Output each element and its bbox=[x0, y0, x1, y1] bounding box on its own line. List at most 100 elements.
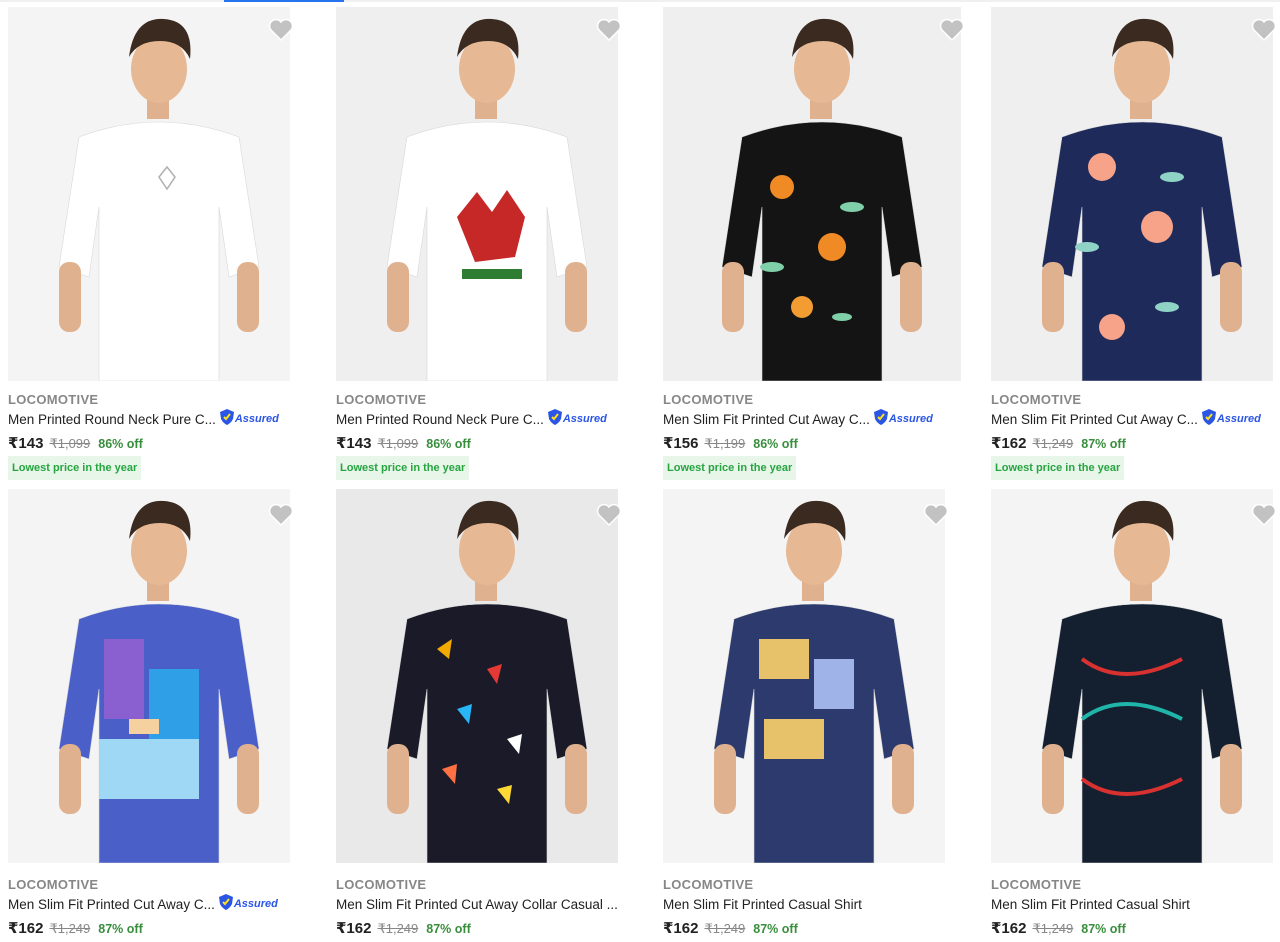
product-title-row[interactable]: Men Slim Fit Printed Casual Shirt bbox=[991, 895, 1190, 913]
discount-percent: 87% off bbox=[1081, 437, 1126, 451]
selling-price: ₹143 bbox=[336, 435, 372, 452]
product-image-graphic bbox=[336, 7, 618, 381]
product-image-graphic bbox=[336, 489, 618, 863]
price-row: ₹162 ₹1,249 87% off bbox=[336, 919, 471, 937]
product-image-graphic bbox=[8, 7, 290, 381]
price-row: ₹162 ₹1,249 87% off bbox=[8, 919, 143, 937]
product-title-row[interactable]: Men Printed Round Neck Pure C... Assured bbox=[8, 408, 279, 430]
selling-price: ₹162 bbox=[663, 920, 699, 937]
product-brand: LOCOMOTIVE bbox=[663, 392, 754, 407]
assured-shield-icon bbox=[1201, 408, 1216, 430]
product-title[interactable]: Men Printed Round Neck Pure C... bbox=[8, 412, 216, 427]
selling-price: ₹162 bbox=[991, 435, 1027, 452]
product-image[interactable] bbox=[336, 489, 618, 863]
wishlist-heart-icon[interactable] bbox=[596, 18, 622, 42]
assured-badge: Assured bbox=[218, 893, 278, 915]
price-row: ₹143 ₹1,099 86% off bbox=[336, 434, 471, 452]
product-image[interactable] bbox=[663, 489, 945, 863]
product-image[interactable] bbox=[991, 489, 1273, 863]
product-brand: LOCOMOTIVE bbox=[8, 877, 99, 892]
original-price: ₹1,099 bbox=[377, 436, 419, 451]
product-title-row[interactable]: Men Slim Fit Printed Cut Away C... Assur… bbox=[991, 408, 1261, 430]
original-price: ₹1,249 bbox=[377, 921, 419, 936]
assured-shield-icon bbox=[873, 408, 888, 430]
assured-badge: Assured bbox=[547, 408, 607, 430]
assured-label: Assured bbox=[1216, 413, 1261, 425]
assured-badge: Assured bbox=[219, 408, 279, 430]
assured-shield-icon bbox=[218, 893, 233, 915]
product-title-row[interactable]: Men Printed Round Neck Pure C... Assured bbox=[336, 408, 607, 430]
original-price: ₹1,249 bbox=[1032, 921, 1074, 936]
product-brand: LOCOMOTIVE bbox=[991, 392, 1082, 407]
assured-badge: Assured bbox=[1201, 408, 1261, 430]
selling-price: ₹143 bbox=[8, 435, 44, 452]
assured-shield-icon bbox=[219, 408, 234, 430]
product-title-row[interactable]: Men Slim Fit Printed Cut Away Collar Cas… bbox=[336, 895, 618, 913]
product-title[interactable]: Men Slim Fit Printed Casual Shirt bbox=[991, 897, 1190, 912]
product-brand: LOCOMOTIVE bbox=[8, 392, 99, 407]
product-image[interactable] bbox=[991, 7, 1273, 381]
assured-label: Assured bbox=[562, 413, 607, 425]
discount-percent: 87% off bbox=[426, 922, 471, 936]
selling-price: ₹162 bbox=[8, 920, 44, 937]
assured-label: Assured bbox=[233, 898, 278, 910]
product-title[interactable]: Men Printed Round Neck Pure C... bbox=[336, 412, 544, 427]
lowest-price-badge: Lowest price in the year bbox=[8, 456, 142, 480]
price-row: ₹162 ₹1,249 87% off bbox=[991, 919, 1126, 937]
product-title-row[interactable]: Men Slim Fit Printed Cut Away C... Assur… bbox=[8, 893, 278, 915]
product-image[interactable] bbox=[663, 7, 961, 381]
product-title[interactable]: Men Slim Fit Printed Cut Away C... bbox=[663, 412, 870, 427]
product-image-graphic bbox=[991, 489, 1273, 863]
product-image-graphic bbox=[663, 7, 961, 381]
original-price: ₹1,249 bbox=[1032, 436, 1074, 451]
product-brand: LOCOMOTIVE bbox=[336, 392, 427, 407]
product-brand: LOCOMOTIVE bbox=[336, 877, 427, 892]
price-row: ₹143 ₹1,099 86% off bbox=[8, 434, 143, 452]
assured-badge: Assured bbox=[873, 408, 933, 430]
wishlist-heart-icon[interactable] bbox=[939, 18, 965, 42]
selling-price: ₹162 bbox=[336, 920, 372, 937]
wishlist-heart-icon[interactable] bbox=[268, 503, 294, 527]
discount-percent: 87% off bbox=[753, 922, 798, 936]
discount-percent: 86% off bbox=[426, 437, 471, 451]
assured-label: Assured bbox=[234, 413, 279, 425]
product-image-graphic bbox=[8, 489, 290, 863]
price-row: ₹162 ₹1,249 87% off bbox=[991, 434, 1126, 452]
price-row: ₹156 ₹1,199 86% off bbox=[663, 434, 798, 452]
lowest-price-badge: Lowest price in the year bbox=[663, 456, 797, 480]
product-brand: LOCOMOTIVE bbox=[991, 877, 1082, 892]
price-row: ₹162 ₹1,249 87% off bbox=[663, 919, 798, 937]
selling-price: ₹156 bbox=[663, 435, 699, 452]
wishlist-heart-icon[interactable] bbox=[596, 503, 622, 527]
assured-label: Assured bbox=[888, 413, 933, 425]
product-image-graphic bbox=[991, 7, 1273, 381]
product-image[interactable] bbox=[8, 489, 290, 863]
discount-percent: 87% off bbox=[1081, 922, 1126, 936]
lowest-price-badge: Lowest price in the year bbox=[991, 456, 1125, 480]
product-brand: LOCOMOTIVE bbox=[663, 877, 754, 892]
discount-percent: 86% off bbox=[98, 437, 143, 451]
lowest-price-badge: Lowest price in the year bbox=[336, 456, 470, 480]
original-price: ₹1,249 bbox=[49, 921, 91, 936]
product-image-graphic bbox=[663, 489, 945, 863]
top-progress-accent bbox=[224, 0, 344, 2]
discount-percent: 86% off bbox=[753, 437, 798, 451]
product-title[interactable]: Men Slim Fit Printed Cut Away Collar Cas… bbox=[336, 897, 618, 912]
wishlist-heart-icon[interactable] bbox=[1251, 503, 1277, 527]
wishlist-heart-icon[interactable] bbox=[923, 503, 949, 527]
assured-shield-icon bbox=[547, 408, 562, 430]
product-title-row[interactable]: Men Slim Fit Printed Cut Away C... Assur… bbox=[663, 408, 933, 430]
wishlist-heart-icon[interactable] bbox=[1251, 18, 1277, 42]
product-image[interactable] bbox=[336, 7, 618, 381]
original-price: ₹1,249 bbox=[704, 921, 746, 936]
discount-percent: 87% off bbox=[98, 922, 143, 936]
product-title[interactable]: Men Slim Fit Printed Casual Shirt bbox=[663, 897, 862, 912]
original-price: ₹1,099 bbox=[49, 436, 91, 451]
product-title-row[interactable]: Men Slim Fit Printed Casual Shirt bbox=[663, 895, 862, 913]
product-title[interactable]: Men Slim Fit Printed Cut Away C... bbox=[8, 897, 215, 912]
wishlist-heart-icon[interactable] bbox=[268, 18, 294, 42]
top-progress-bar bbox=[0, 0, 1280, 2]
product-image[interactable] bbox=[8, 7, 290, 381]
product-title[interactable]: Men Slim Fit Printed Cut Away C... bbox=[991, 412, 1198, 427]
selling-price: ₹162 bbox=[991, 920, 1027, 937]
